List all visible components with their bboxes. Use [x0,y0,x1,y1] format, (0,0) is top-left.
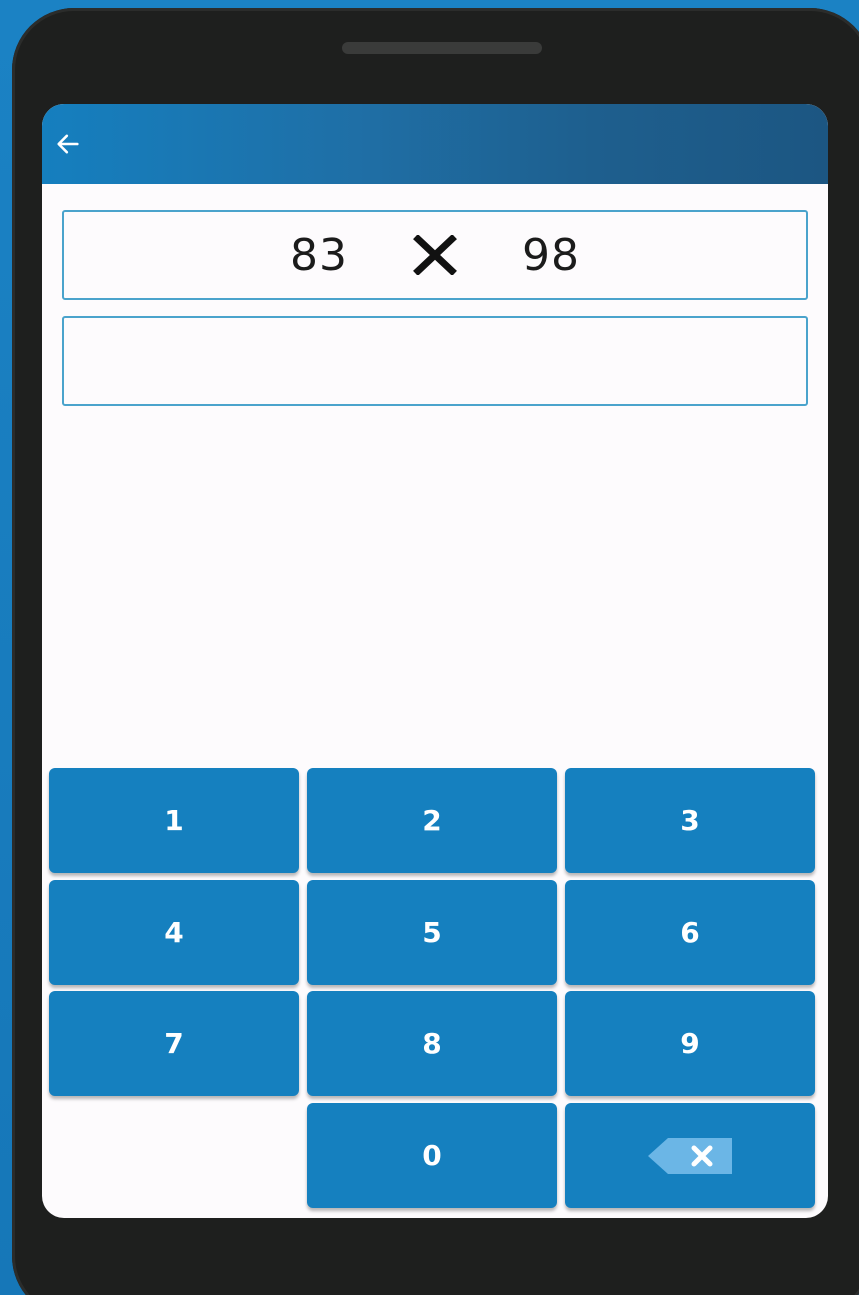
background: 83 98 1 2 3 4 5 6 7 8 9 0 [0,0,859,1295]
key-4[interactable]: 4 [49,880,299,985]
answer-input[interactable] [62,316,808,406]
operand-a: 83 [290,229,348,281]
key-7[interactable]: 7 [49,991,299,1096]
speaker-grille [342,42,542,54]
key-2[interactable]: 2 [307,768,557,873]
app-screen: 83 98 1 2 3 4 5 6 7 8 9 0 [42,104,828,1218]
backspace-button[interactable] [565,1103,815,1208]
arrow-left-icon [57,134,79,154]
app-bar [42,104,828,184]
key-9[interactable]: 9 [565,991,815,1096]
key-5[interactable]: 5 [307,880,557,985]
backspace-icon [648,1137,732,1174]
back-button[interactable] [50,126,86,162]
key-3[interactable]: 3 [565,768,815,873]
key-8[interactable]: 8 [307,991,557,1096]
operand-b: 98 [522,229,580,281]
key-6[interactable]: 6 [565,880,815,985]
key-0[interactable]: 0 [307,1103,557,1208]
multiply-icon [412,235,458,275]
key-1[interactable]: 1 [49,768,299,873]
question-display: 83 98 [62,210,808,300]
